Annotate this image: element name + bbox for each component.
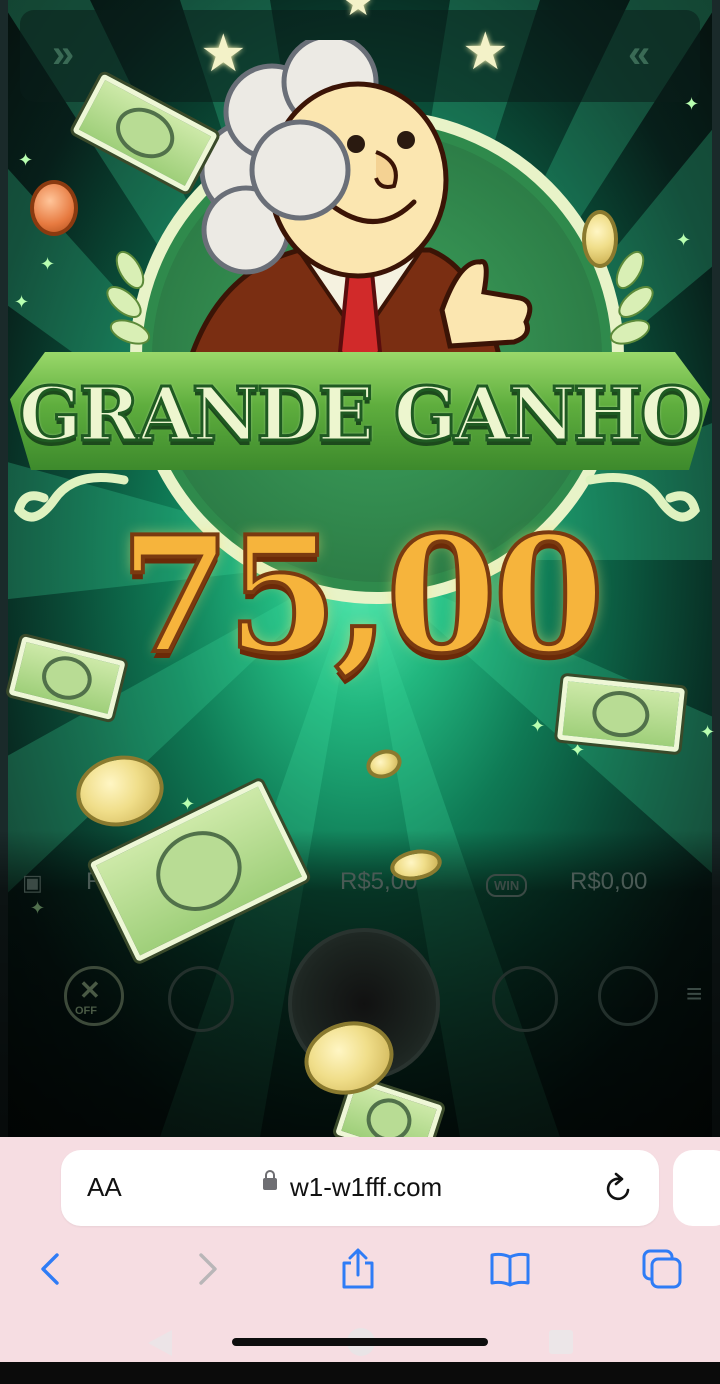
back-button[interactable] [30, 1247, 74, 1291]
text-size-label: AA [87, 1172, 122, 1202]
tabs-button[interactable] [640, 1247, 684, 1291]
plus-button[interactable] [492, 966, 558, 1032]
chevron-left-icon: « [628, 32, 650, 76]
sparkle-icon: ✦ [40, 254, 56, 274]
turbo-toggle[interactable]: ✕ OFF [64, 966, 124, 1026]
sparkle-icon: ✦ [570, 740, 586, 760]
menu-icon[interactable]: ≡ [686, 978, 702, 1010]
url-text[interactable]: w1-w1fff.com [290, 1172, 442, 1203]
win-value: R$0,00 [570, 868, 648, 895]
slot-game-canvas[interactable]: » « ★ ★ ★ ✦ ✦ ✦ ✦ ✦ ✦ ✦ ✦ ✦ ✦ [0, 0, 720, 1137]
coin [30, 180, 78, 236]
share-button[interactable] [336, 1247, 380, 1291]
next-tab-preview[interactable] [673, 1150, 720, 1226]
sparkle-icon: ✦ [14, 292, 30, 312]
lightning-icon: ✕ [79, 975, 101, 1005]
big-win-title: GRANDE GANHO [17, 371, 706, 460]
coin [582, 210, 618, 268]
sparkle-icon: ✦ [700, 722, 716, 742]
app-screen: » « ★ ★ ★ ✦ ✦ ✦ ✦ ✦ ✦ ✦ ✦ ✦ ✦ [0, 0, 720, 1384]
sparkle-icon: ✦ [18, 150, 34, 170]
system-recents-button[interactable] [549, 1330, 573, 1354]
home-indicator[interactable] [232, 1338, 488, 1346]
reload-icon[interactable] [604, 1172, 634, 1204]
minus-button[interactable] [168, 966, 234, 1032]
sparkle-icon: ✦ [530, 716, 546, 736]
star-icon: ★ [342, 0, 375, 23]
text-size-button[interactable]: AA [87, 1172, 122, 1203]
sparkle-icon: ✦ [676, 230, 692, 250]
bookmarks-button[interactable] [488, 1247, 532, 1291]
wallet-icon: ▣ [22, 870, 43, 895]
lock-icon [263, 1170, 277, 1190]
sparkle-icon: ✦ [684, 94, 700, 114]
autoplay-button[interactable] [598, 966, 658, 1026]
money-bill [556, 675, 686, 753]
laurel-left-icon [106, 250, 151, 345]
turbo-label: OFF [75, 1005, 97, 1017]
system-back-button[interactable] [146, 1328, 174, 1358]
bottom-edge [0, 1362, 720, 1384]
forward-button[interactable] [184, 1247, 228, 1291]
chevron-right-icon: » [52, 32, 74, 76]
win-badge: WIN [486, 874, 528, 897]
mascot-character [186, 40, 533, 370]
